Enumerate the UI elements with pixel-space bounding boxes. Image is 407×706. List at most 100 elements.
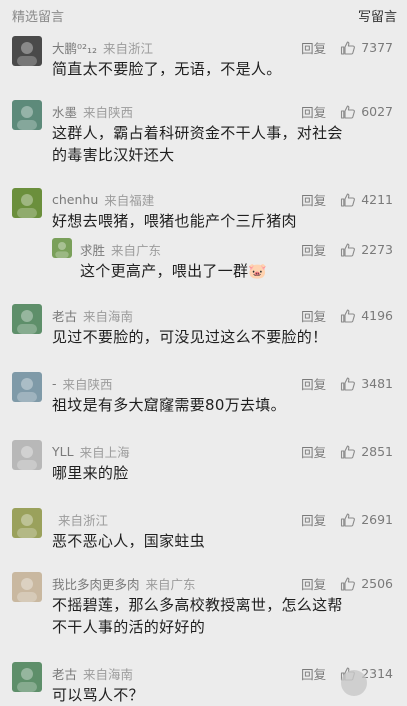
comment-text: 的毒害比汉奸还大 <box>52 146 175 164</box>
comment-text: 见过不要脸的，可没见过这么不要脸的！ <box>52 328 328 346</box>
avatar[interactable] <box>12 572 42 602</box>
reply-button[interactable]: 回复 <box>301 664 326 683</box>
comment-item: 大鹏⁰²₁₂ 来自浙江 回复 7377 简直太不要脸了，无语，不是人。 <box>0 36 407 80</box>
reply-button[interactable]: 回复 <box>301 306 326 325</box>
comment-author[interactable]: 大鹏⁰²₁₂ <box>52 38 97 57</box>
comment-location: 来自浙江 <box>103 40 154 56</box>
comment-text: 恶不恶心人，国家蛀虫 <box>52 532 206 550</box>
comment-location: 来自浙江 <box>58 512 109 528</box>
thumbs-up-icon <box>340 242 361 258</box>
comment-location: 来自上海 <box>79 444 130 460</box>
comment-text: 不干人事的活的好好的 <box>52 618 206 636</box>
sub-reply-text: 这个更高产，喂出了一群🐷 <box>80 262 268 280</box>
comment-location: 来自陕西 <box>62 376 113 392</box>
comment-item: 老古 来自海南 回复 4196 见过不要脸的，可没见过这么不要脸的！ <box>0 304 407 348</box>
avatar[interactable] <box>12 440 42 470</box>
comment-location: 来自福建 <box>104 192 155 208</box>
comment-author[interactable]: 老古 <box>52 664 77 683</box>
comment-actions: 回复 3481 <box>301 374 393 393</box>
like-count: 2273 <box>361 242 393 257</box>
comment-actions: 回复 4211 <box>301 190 393 209</box>
avatar[interactable] <box>52 238 72 258</box>
thumbs-up-icon <box>340 512 361 528</box>
comment-item: chenhu 来自福建 回复 4211 好想去喂猪，喂猪也能产个三斤猪肉 求胜 来自广东 回复… <box>0 188 407 282</box>
reply-button[interactable]: 回复 <box>301 374 326 393</box>
like-button[interactable]: 2691 <box>340 512 393 528</box>
reply-button[interactable]: 回复 <box>301 38 326 57</box>
comment-text: 哪里来的脸 <box>52 464 129 482</box>
reply-button[interactable]: 回复 <box>301 240 326 259</box>
comment-location: 来自海南 <box>83 666 134 682</box>
comment-text: 不摇碧莲，那么多高校教授离世，怎么这帮 <box>52 596 343 614</box>
comment-actions: 回复 2506 <box>301 574 393 593</box>
sub-reply-location: 来自广东 <box>111 242 162 258</box>
comment-actions: 回复 6027 <box>301 102 393 121</box>
avatar[interactable] <box>12 372 42 402</box>
comment-location: 来自海南 <box>83 308 134 324</box>
thumbs-up-icon <box>340 308 361 324</box>
thumbs-up-icon <box>340 192 361 208</box>
comment-text: 好想去喂猪，喂猪也能产个三斤猪肉 <box>52 212 297 230</box>
reply-button[interactable]: 回复 <box>301 102 326 121</box>
like-count: 4211 <box>361 192 393 207</box>
reply-button[interactable]: 回复 <box>301 574 326 593</box>
like-button[interactable]: 2506 <box>340 576 393 592</box>
comment-author[interactable]: - <box>52 376 57 391</box>
comment-author[interactable]: 老古 <box>52 306 77 325</box>
like-button[interactable]: 4211 <box>340 192 393 208</box>
like-button[interactable]: 3481 <box>340 376 393 392</box>
comment-text: 祖坟是有多大窟窿需要80万去填。 <box>52 396 286 414</box>
comment-actions: 回复 2851 <box>301 442 393 461</box>
comment-location: 来自陕西 <box>83 104 134 120</box>
avatar[interactable] <box>12 36 42 66</box>
comment-text: 这群人，霸占着科研资金不干人事，对社会 <box>52 124 343 142</box>
thumbs-up-icon <box>340 576 361 592</box>
scroll-down-button[interactable] <box>341 670 367 696</box>
avatar[interactable] <box>12 100 42 130</box>
like-button[interactable]: 2273 <box>340 242 393 258</box>
comment-text: 简直太不要脸了，无语，不是人。 <box>52 60 282 78</box>
comment-actions: 回复 4196 <box>301 306 393 325</box>
avatar[interactable] <box>12 304 42 334</box>
selected-comments-title: 精选留言 <box>12 9 65 25</box>
like-button[interactable]: 4196 <box>340 308 393 324</box>
reply-button[interactable]: 回复 <box>301 190 326 209</box>
comment-item: 我比多肉更多肉 来自广东 回复 2506 不摇碧莲，那么多高校教授离世，怎么这帮 不干人事… <box>0 572 407 638</box>
comment-location: 来自广东 <box>145 576 196 592</box>
thumbs-up-icon <box>340 40 361 56</box>
comment-item: YLL 来自上海 回复 2851 哪里来的脸 <box>0 440 407 484</box>
comments-header: 精选留言 写留言 <box>0 0 407 30</box>
thumbs-up-icon <box>340 444 361 460</box>
comment-item: 水墨 来自陕西 回复 6027 这群人，霸占着科研资金不干人事，对社会 的毒害比汉奸还大 <box>0 100 407 166</box>
comment-author[interactable]: chenhu <box>52 192 98 207</box>
like-count: 6027 <box>361 104 393 119</box>
comment-author[interactable]: YLL <box>52 444 74 459</box>
like-button[interactable]: 6027 <box>340 104 393 120</box>
like-count: 7377 <box>361 40 393 55</box>
comment-actions: 回复 2691 <box>301 510 393 529</box>
like-count: 4196 <box>361 308 393 323</box>
write-comment-button[interactable]: 写留言 <box>358 6 397 25</box>
comment-list: 大鹏⁰²₁₂ 来自浙江 回复 7377 简直太不要脸了，无语，不是人。 水墨 来自陕西 回复 6… <box>0 36 407 706</box>
comment-actions: 回复 2273 <box>301 240 393 259</box>
comment-item: 来自浙江 回复 2691 恶不恶心人，国家蛀虫 <box>0 508 407 552</box>
thumbs-up-icon <box>340 104 361 120</box>
reply-button[interactable]: 回复 <box>301 510 326 529</box>
avatar[interactable] <box>12 662 42 692</box>
comment-author[interactable]: 水墨 <box>52 102 77 121</box>
like-button[interactable]: 2851 <box>340 444 393 460</box>
thumbs-up-icon <box>340 376 361 392</box>
like-count: 2506 <box>361 576 393 591</box>
avatar[interactable] <box>12 188 42 218</box>
comment-author[interactable]: 我比多肉更多肉 <box>52 574 140 593</box>
like-count: 2691 <box>361 512 393 527</box>
reply-button[interactable]: 回复 <box>301 442 326 461</box>
comment-actions: 回复 7377 <box>301 38 393 57</box>
sub-reply-author[interactable]: 求胜 <box>80 240 105 259</box>
like-button[interactable]: 7377 <box>340 40 393 56</box>
comment-item: - 来自陕西 回复 3481 祖坟是有多大窟窿需要80万去填。 <box>0 372 407 416</box>
sub-reply: 求胜 来自广东 回复 2273 这个更高产，喂出了一群🐷 <box>52 238 393 282</box>
like-count: 2851 <box>361 444 393 459</box>
avatar[interactable] <box>12 508 42 538</box>
like-count: 3481 <box>361 376 393 391</box>
